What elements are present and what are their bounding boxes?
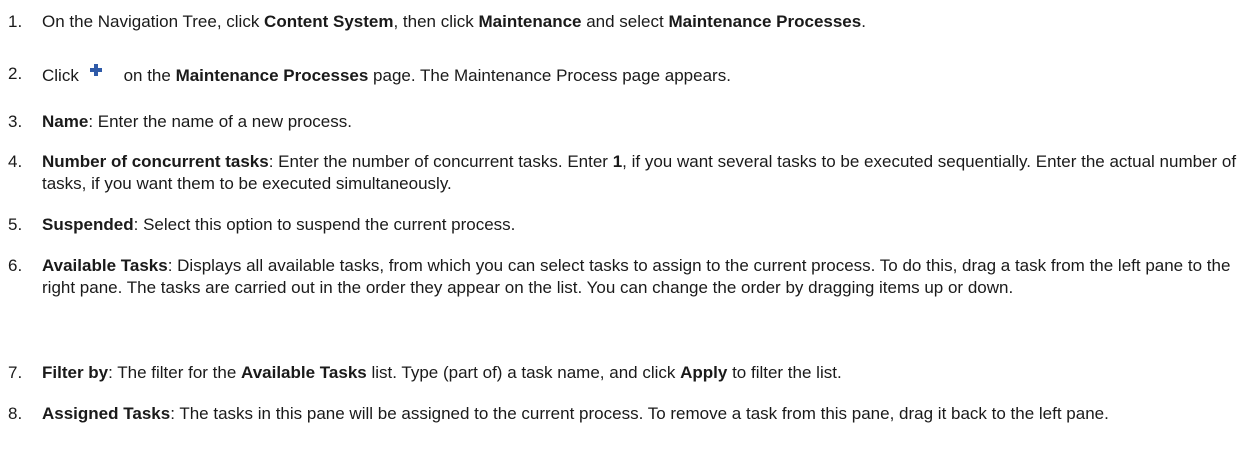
step-text: Available Tasks: Displays all available …	[42, 255, 1242, 299]
step-number: 1.	[8, 12, 23, 31]
bold-term: Content System	[264, 12, 394, 31]
step-text-run: page. The Maintenance Process page appea…	[368, 66, 731, 85]
step-number: 8.	[8, 404, 23, 423]
step-number: 5.	[8, 215, 23, 234]
step-text-run: .	[861, 12, 866, 31]
step-text-run: , then click	[393, 12, 479, 31]
bold-term: Maintenance Processes	[175, 66, 369, 85]
bold-term: Number of concurrent tasks	[42, 152, 269, 171]
bold-term: Maintenance Processes	[668, 12, 862, 31]
step-text-run: On the Navigation Tree, click	[42, 12, 265, 31]
step-text: Number of concurrent tasks: Enter the nu…	[42, 151, 1242, 195]
step-text-run: : Enter the name of a new process.	[88, 112, 352, 131]
bold-term: Apply	[680, 363, 728, 382]
step-text-run: : Enter the number of concurrent tasks. …	[268, 152, 613, 171]
bold-term: Suspended	[42, 215, 134, 234]
step-text: Filter by: The filter for the Available …	[42, 362, 1242, 384]
step-text: Assigned Tasks: The tasks in this pane w…	[42, 403, 1242, 425]
step-text-run: list. Type (part of) a task name, and cl…	[366, 363, 681, 382]
step-text: Click on the Maintenance Processes page.…	[42, 63, 1242, 87]
step-number: 4.	[8, 152, 23, 171]
step-number: 7.	[8, 363, 23, 382]
step-number: 2.	[8, 64, 23, 83]
step-text-run: : The filter for the	[108, 363, 242, 382]
step-text: Name: Enter the name of a new process.	[42, 111, 1242, 133]
step-text-run: and select	[581, 12, 669, 31]
bold-term: Filter by	[42, 363, 109, 382]
step-number: 6.	[8, 256, 23, 275]
step-text: On the Navigation Tree, click Content Sy…	[42, 11, 1242, 33]
bold-term: Assigned Tasks	[42, 404, 171, 423]
bold-term: Available Tasks	[241, 363, 367, 382]
step-number: 3.	[8, 112, 23, 131]
step-text-run: to filter the list.	[727, 363, 842, 382]
step-text: Suspended: Select this option to suspend…	[42, 214, 1242, 236]
step-text-run: Click	[42, 66, 79, 85]
step-text-run: on the	[118, 66, 176, 85]
step-text-run: : Select this option to suspend the curr…	[133, 215, 516, 234]
step-text-run: : The tasks in this pane will be assigne…	[170, 404, 1109, 423]
bold-term: 1	[612, 152, 623, 171]
add-icon	[85, 63, 111, 83]
step-text-run: : Displays all available tasks, from whi…	[42, 256, 1231, 297]
bold-term: Name	[42, 112, 89, 131]
bold-term: Available Tasks	[42, 256, 168, 275]
bold-term: Maintenance	[478, 12, 582, 31]
